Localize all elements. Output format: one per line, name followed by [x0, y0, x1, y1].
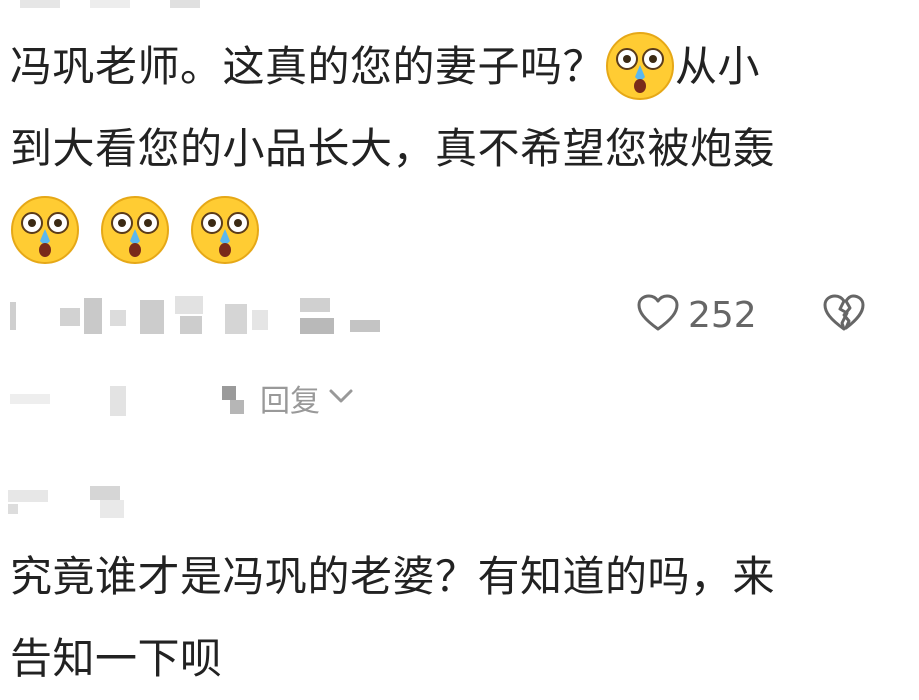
view-replies-toggle[interactable]: 回复 — [220, 378, 354, 419]
chevron-down-icon — [328, 388, 354, 408]
blurred-comment-meta — [0, 290, 400, 350]
comment-1-line-1-tail: 从小 — [675, 42, 761, 91]
like-button[interactable]: 252 — [636, 290, 757, 340]
comment-2-line-2: 告知一下呗 — [10, 634, 223, 683]
comment-2-line-1: 究竟谁才是冯巩的老婆？有知道的吗，来 — [10, 552, 776, 601]
comment-1-line-1: 冯巩老师。这真的您的妻子吗？ — [10, 42, 606, 91]
comment-1-line-2: 到大看您的小品长大，真不希望您被炮轰 — [10, 124, 776, 173]
crying-shocked-face-icon — [100, 195, 170, 265]
replies-label: 回复 — [260, 384, 320, 419]
comment-1-text: 冯巩老师。这真的您的妻子吗？ 从小 到大看您的小品长大，真不希望您被炮轰 — [10, 26, 775, 272]
blurred-username — [0, 482, 140, 522]
crying-shocked-face-icon — [605, 31, 675, 101]
heart-outline-icon — [636, 293, 680, 337]
blurred-reply-avatars — [0, 380, 244, 420]
broken-heart-icon — [822, 294, 866, 337]
like-count: 252 — [688, 294, 757, 336]
comment-2-text: 究竟谁才是冯巩的老婆？有知道的吗，来 告知一下呗 — [10, 536, 775, 700]
crying-shocked-face-icon — [190, 195, 260, 265]
dislike-button[interactable] — [822, 293, 866, 337]
comment-1-emoji-row — [10, 190, 775, 272]
crying-shocked-face-icon — [10, 195, 80, 265]
blurred-header-remnant — [0, 0, 260, 10]
